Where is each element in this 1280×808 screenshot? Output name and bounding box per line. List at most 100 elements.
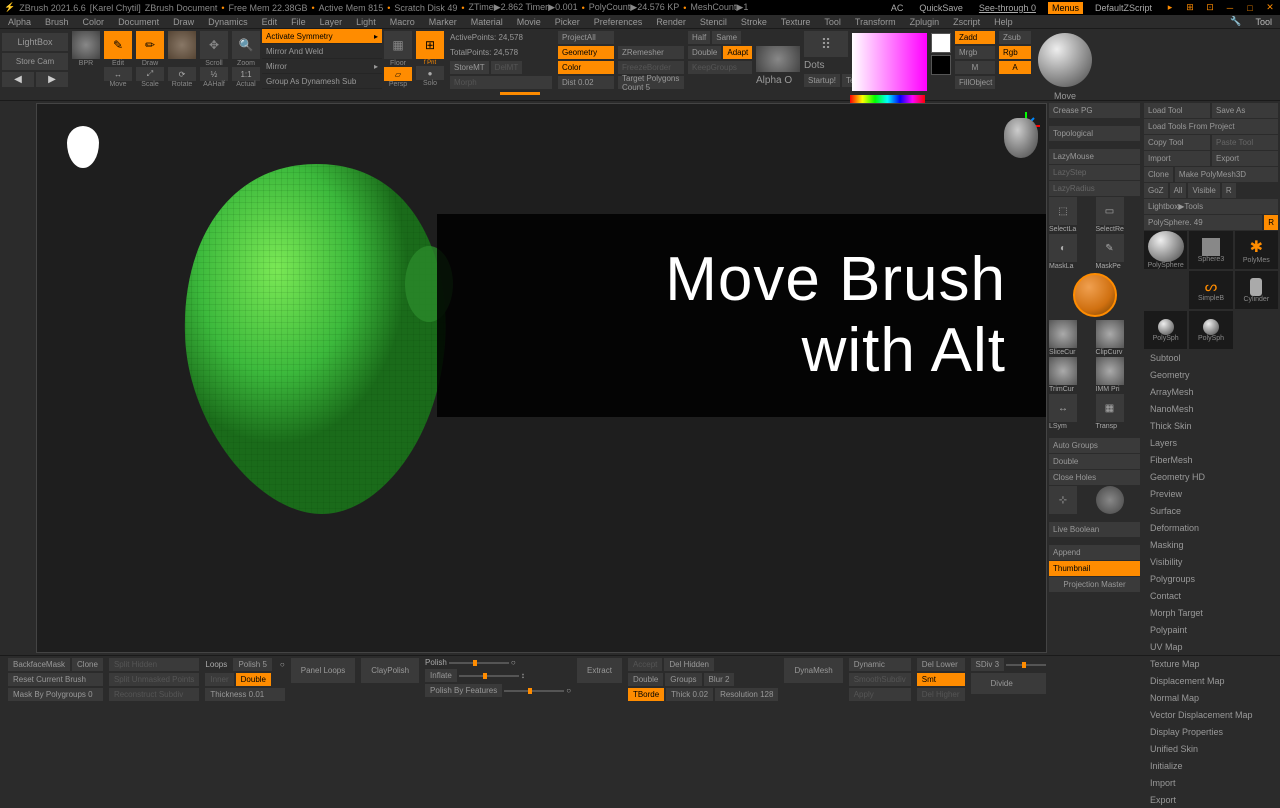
trimcurve-icon[interactable] — [1049, 357, 1077, 385]
scale-button[interactable]: ⤢ — [136, 67, 164, 81]
section-display[interactable]: Display Properties — [1144, 724, 1278, 740]
fillobject-button[interactable]: FillObject — [955, 76, 995, 89]
append-button[interactable]: Append — [1049, 545, 1140, 560]
menu-color[interactable]: Color — [83, 17, 105, 27]
geometry-button[interactable]: Geometry — [558, 46, 614, 59]
smoothsub-button[interactable]: SmoothSubdiv — [849, 673, 911, 686]
inner-button[interactable]: Inner — [205, 673, 233, 686]
lightbox-button[interactable]: LightBox — [2, 33, 68, 51]
mask-polygroups[interactable]: Mask By Polygroups 0 — [8, 688, 103, 701]
scroll-button[interactable]: ✥ — [200, 31, 228, 59]
close-icon[interactable]: ✕ — [1264, 2, 1276, 14]
section-fibermesh[interactable]: FiberMesh — [1144, 452, 1278, 468]
section-polypaint[interactable]: Polypaint — [1144, 622, 1278, 638]
lsym-icon[interactable]: ↔ — [1049, 394, 1077, 422]
transp-icon[interactable]: ▦ — [1096, 394, 1124, 422]
polysphere-slider[interactable]: PolySphere. 49 — [1144, 215, 1262, 230]
import-button[interactable]: Import — [1144, 151, 1210, 166]
immprim-icon[interactable] — [1096, 357, 1124, 385]
export-button[interactable]: Export — [1212, 151, 1278, 166]
menu-document[interactable]: Document — [118, 17, 159, 27]
tool-polysph1[interactable]: PolySph — [1144, 311, 1187, 349]
menu-tool[interactable]: Tool — [824, 17, 841, 27]
panelloops-button[interactable]: Panel Loops — [291, 658, 355, 683]
m-button[interactable]: M — [955, 61, 995, 74]
saveas-button[interactable]: Save As — [1212, 103, 1278, 118]
r-button[interactable]: R — [1222, 183, 1236, 198]
reset-brush-button[interactable]: Reset Current Brush — [8, 673, 103, 686]
lazystep-slider[interactable]: LazyStep — [1049, 165, 1140, 180]
section-texturemap[interactable]: Texture Map — [1144, 656, 1278, 672]
lightbox-tools[interactable]: Lightbox▶Tools — [1144, 199, 1278, 214]
tool-sphere3d[interactable]: ✱Sphere3 — [1189, 231, 1232, 269]
tool-simplebrush[interactable]: ᔕSimpleB — [1189, 271, 1232, 309]
pastetool-button[interactable]: Paste Tool — [1212, 135, 1278, 150]
section-masking[interactable]: Masking — [1144, 537, 1278, 553]
menu-picker[interactable]: Picker — [555, 17, 580, 27]
mrgb-button[interactable]: Mrgb — [955, 46, 995, 59]
menu-zplugin[interactable]: Zplugin — [910, 17, 940, 27]
next-button[interactable]: ▶ — [36, 72, 68, 87]
menu-brush[interactable]: Brush — [45, 17, 69, 27]
all-button[interactable]: All — [1170, 183, 1187, 198]
double-button[interactable]: Double — [688, 46, 721, 59]
projection-master-button[interactable]: Projection Master — [1049, 577, 1140, 592]
activate-symmetry-button[interactable]: Activate Symmetry▸ — [262, 29, 382, 44]
default-zscript[interactable]: DefaultZScript — [1091, 3, 1156, 13]
menu-macro[interactable]: Macro — [390, 17, 415, 27]
inflate-slider[interactable] — [459, 675, 519, 677]
actual-button[interactable]: 1:1 — [232, 67, 260, 81]
menu-material[interactable]: Material — [471, 17, 503, 27]
sdiv-slider[interactable]: SDiv 3 — [971, 658, 1005, 671]
apply-button[interactable]: Apply — [849, 688, 911, 701]
zadd-button[interactable]: Zadd — [955, 31, 995, 44]
floor-button[interactable]: ▦ — [384, 31, 412, 59]
section-normalmap[interactable]: Normal Map — [1144, 690, 1278, 706]
menu-file[interactable]: File — [291, 17, 306, 27]
keepgroups-button[interactable]: KeepGroups — [688, 61, 752, 74]
creasepg-button[interactable]: Crease PG — [1049, 103, 1140, 118]
a-button[interactable]: A — [999, 61, 1031, 74]
startup-button[interactable]: Startup! — [804, 74, 840, 87]
storemt-button[interactable]: StoreMT — [450, 61, 489, 74]
tool-header-icon[interactable]: 🔧 — [1230, 16, 1241, 27]
inflate-button[interactable]: Inflate — [425, 669, 457, 682]
zoom-button[interactable]: 🔍 — [232, 31, 260, 59]
masklasso-icon[interactable]: ◐ — [1049, 234, 1077, 262]
mirror-button[interactable]: Mirror▸ — [262, 59, 382, 74]
delmt-button[interactable]: DelMT — [491, 61, 523, 74]
section-export[interactable]: Export — [1144, 792, 1278, 808]
splithidden-button[interactable]: Split Hidden — [109, 658, 199, 671]
copytool-button[interactable]: Copy Tool — [1144, 135, 1210, 150]
adapt-button[interactable]: Adapt — [723, 46, 752, 59]
half-button[interactable]: Half — [688, 31, 710, 44]
menu-stencil[interactable]: Stencil — [700, 17, 727, 27]
accept-button[interactable]: Accept — [628, 658, 662, 671]
delhigher-button[interactable]: Del Higher — [917, 688, 965, 701]
double-button4[interactable]: Double — [628, 673, 663, 686]
selectrect-icon[interactable]: ▭ — [1096, 197, 1124, 225]
loadproj-button[interactable]: Load Tools From Project — [1144, 119, 1278, 134]
left-tray[interactable] — [0, 101, 36, 655]
alpha-off[interactable] — [756, 46, 800, 72]
section-visibility[interactable]: Visibility — [1144, 554, 1278, 570]
section-surface[interactable]: Surface — [1144, 503, 1278, 519]
menu-render[interactable]: Render — [656, 17, 686, 27]
visible-button[interactable]: Visible — [1188, 183, 1219, 198]
menu-draw[interactable]: Draw — [173, 17, 194, 27]
extract-button[interactable]: Extract — [577, 658, 622, 683]
clipcurve-icon[interactable] — [1096, 320, 1124, 348]
section-deformation[interactable]: Deformation — [1144, 520, 1278, 536]
move-button[interactable]: ↔ — [104, 67, 132, 81]
menus-button[interactable]: Menus — [1048, 2, 1083, 14]
thumbnail-button[interactable]: Thumbnail — [1049, 561, 1140, 576]
brush-thumbnail[interactable] — [1038, 33, 1092, 87]
menu-movie[interactable]: Movie — [517, 17, 541, 27]
menu-marker[interactable]: Marker — [429, 17, 457, 27]
clone-button[interactable]: Clone — [1144, 167, 1173, 182]
tool-polysphere[interactable]: PolySphere — [1144, 231, 1187, 269]
target-polygons[interactable]: Target Polygons Count 5 — [618, 76, 684, 89]
same-button[interactable]: Same — [712, 31, 741, 44]
reconstruct-button[interactable]: Reconstruct Subdiv — [109, 688, 199, 701]
edit-button[interactable]: ✎ — [104, 31, 132, 59]
